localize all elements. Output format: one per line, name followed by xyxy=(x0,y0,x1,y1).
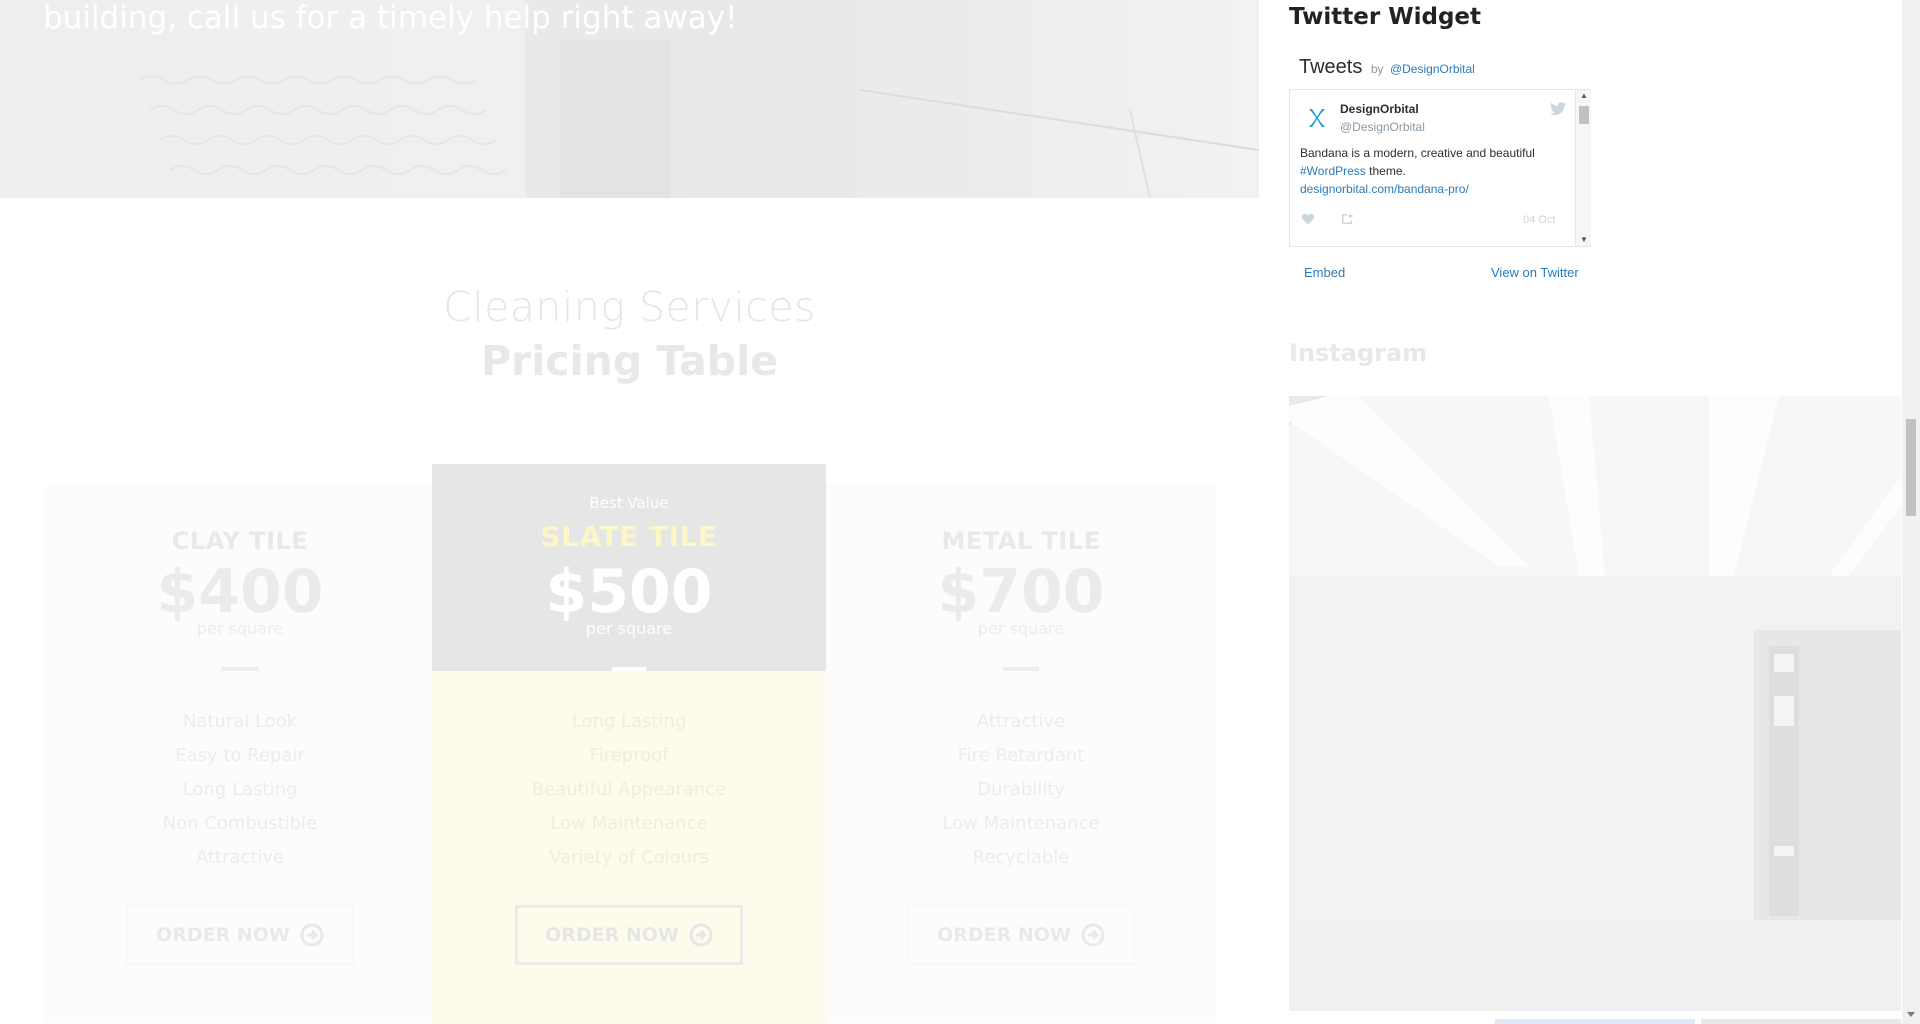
plan-divider xyxy=(222,667,258,671)
plan-unit: per square xyxy=(585,619,673,638)
twitter-timeline: Tweets by @DesignOrbital DesignOrbital @… xyxy=(1289,46,1591,289)
plan-feature: Attractive xyxy=(195,847,285,868)
instagram-thumbnails xyxy=(1495,1019,1901,1024)
tweets-by: by xyxy=(1370,62,1384,76)
pricing-subtitle: Cleaning Services xyxy=(443,283,816,331)
tweet-text: Bandana is a modern, creative and beauti… xyxy=(1300,144,1570,198)
plan-feature: Non Combustible xyxy=(162,813,318,834)
order-now-button[interactable]: ORDER NOW xyxy=(515,905,743,965)
plan-feature: Easy to Repair xyxy=(175,745,305,766)
hero-banner: building, call us for a timely help righ… xyxy=(0,0,1259,198)
instagram-title: Instagram xyxy=(1289,339,1428,367)
plan-feature: Low Maintenance xyxy=(550,813,708,834)
plan-feature: Variety of Colours xyxy=(549,847,709,868)
order-now-label: ORDER NOW xyxy=(937,924,1071,946)
plan-price: $500 xyxy=(545,557,713,627)
pricing-plan-metal-tile: METAL TILE $700 per square Attractive Fi… xyxy=(826,485,1216,1023)
hero-text: building, call us for a timely help righ… xyxy=(43,0,738,36)
main-content: building, call us for a timely help righ… xyxy=(0,0,1259,1024)
plan-feature: Natural Look xyxy=(182,711,298,732)
plan-features: Long Lasting Fireproof Beautiful Appeara… xyxy=(432,705,826,875)
tweet-hashtag-link[interactable]: #WordPress xyxy=(1300,164,1366,178)
order-now-button[interactable]: ORDER NOW xyxy=(126,905,354,965)
plan-name: CLAY TILE xyxy=(171,527,309,555)
plan-feature: Low Maintenance xyxy=(942,813,1100,834)
plan-name: METAL TILE xyxy=(941,527,1101,555)
plan-feature: Durability xyxy=(977,779,1065,800)
plan-feature: Long Lasting xyxy=(571,711,687,732)
instagram-room-image xyxy=(1289,396,1901,1011)
tweet-text-tail: theme. xyxy=(1369,164,1406,178)
pricing-heading: Cleaning Services Pricing Table xyxy=(0,278,1259,386)
arrow-circle-right-icon xyxy=(1081,923,1105,947)
plan-divider xyxy=(1003,667,1039,671)
pricing-plan-slate-tile: Best Value SLATE TILE $500 per square Lo… xyxy=(432,464,826,1024)
plan-features: Attractive Fire Retardant Durability Low… xyxy=(826,705,1216,875)
scroll-up-arrow-icon[interactable]: ▲ xyxy=(1576,91,1592,101)
instagram-photo[interactable] xyxy=(1289,396,1901,1011)
plan-feature: Long Lasting xyxy=(182,779,298,800)
plan-feature: Fireproof xyxy=(589,745,669,766)
twitter-widget-title: Twitter Widget xyxy=(1289,4,1482,30)
plan-unit: per square xyxy=(196,619,284,638)
arrow-circle-right-icon xyxy=(689,923,713,947)
plan-name: SLATE TILE xyxy=(540,520,718,553)
order-now-label: ORDER NOW xyxy=(545,924,679,946)
twitter-handle-link[interactable]: @DesignOrbital xyxy=(1390,62,1475,76)
twitter-bird-icon[interactable] xyxy=(1550,102,1566,116)
instagram-thumbnail[interactable] xyxy=(1495,1019,1695,1024)
plan-price: $700 xyxy=(937,557,1105,627)
tweet-url-link[interactable]: designorbital.com/bandana-pro/ xyxy=(1300,182,1469,196)
page: building, call us for a timely help righ… xyxy=(0,0,1920,1024)
plan-feature: Fire Retardant xyxy=(957,745,1085,766)
order-now-button[interactable]: ORDER NOW xyxy=(907,905,1135,965)
share-icon[interactable] xyxy=(1340,212,1354,226)
order-now-label: ORDER NOW xyxy=(156,924,290,946)
tweet-text-body: Bandana is a modern, creative and beauti… xyxy=(1300,146,1535,160)
view-on-twitter-link[interactable]: View on Twitter xyxy=(1491,265,1579,280)
tweet-scrollbar[interactable]: ▲ ▼ xyxy=(1575,90,1591,246)
tweet-date[interactable]: 04 Oct xyxy=(1523,214,1555,226)
plan-features: Natural Look Easy to Repair Long Lasting… xyxy=(45,705,435,875)
plan-feature: Beautiful Appearance xyxy=(531,779,727,800)
plan-unit: per square xyxy=(977,619,1065,638)
tweets-label: Tweets xyxy=(1299,56,1363,78)
tweets-header: Tweets by @DesignOrbital xyxy=(1299,56,1475,79)
plan-feature: Attractive xyxy=(976,711,1066,732)
scroll-down-arrow-icon[interactable] xyxy=(1907,1012,1915,1017)
page-scrollbar[interactable] xyxy=(1902,0,1920,1024)
embed-link[interactable]: Embed xyxy=(1304,265,1345,280)
tweet-scroll-thumb[interactable] xyxy=(1579,106,1589,124)
sidebar: Twitter Widget Tweets by @DesignOrbital … xyxy=(1259,0,1902,1024)
pricing-plan-clay-tile: CLAY TILE $400 per square Natural Look E… xyxy=(45,485,435,1023)
arrow-circle-right-icon xyxy=(300,923,324,947)
tweet-author-handle[interactable]: @DesignOrbital xyxy=(1340,120,1425,134)
tweet-author-name[interactable]: DesignOrbital xyxy=(1340,102,1419,116)
instagram-thumbnail[interactable] xyxy=(1701,1019,1901,1024)
plan-feature: Recyclable xyxy=(972,847,1070,868)
pricing-title: Pricing Table xyxy=(480,337,779,385)
plan-divider xyxy=(612,667,646,671)
tweet-card: DesignOrbital @DesignOrbital Bandana is … xyxy=(1289,89,1591,247)
heart-icon[interactable] xyxy=(1301,212,1315,226)
scroll-down-arrow-icon[interactable]: ▼ xyxy=(1576,235,1592,245)
designorbital-logo-icon[interactable] xyxy=(1302,104,1330,132)
page-scroll-thumb[interactable] xyxy=(1906,419,1916,516)
plan-price: $400 xyxy=(156,557,324,627)
best-value-badge: Best Value xyxy=(589,494,669,512)
